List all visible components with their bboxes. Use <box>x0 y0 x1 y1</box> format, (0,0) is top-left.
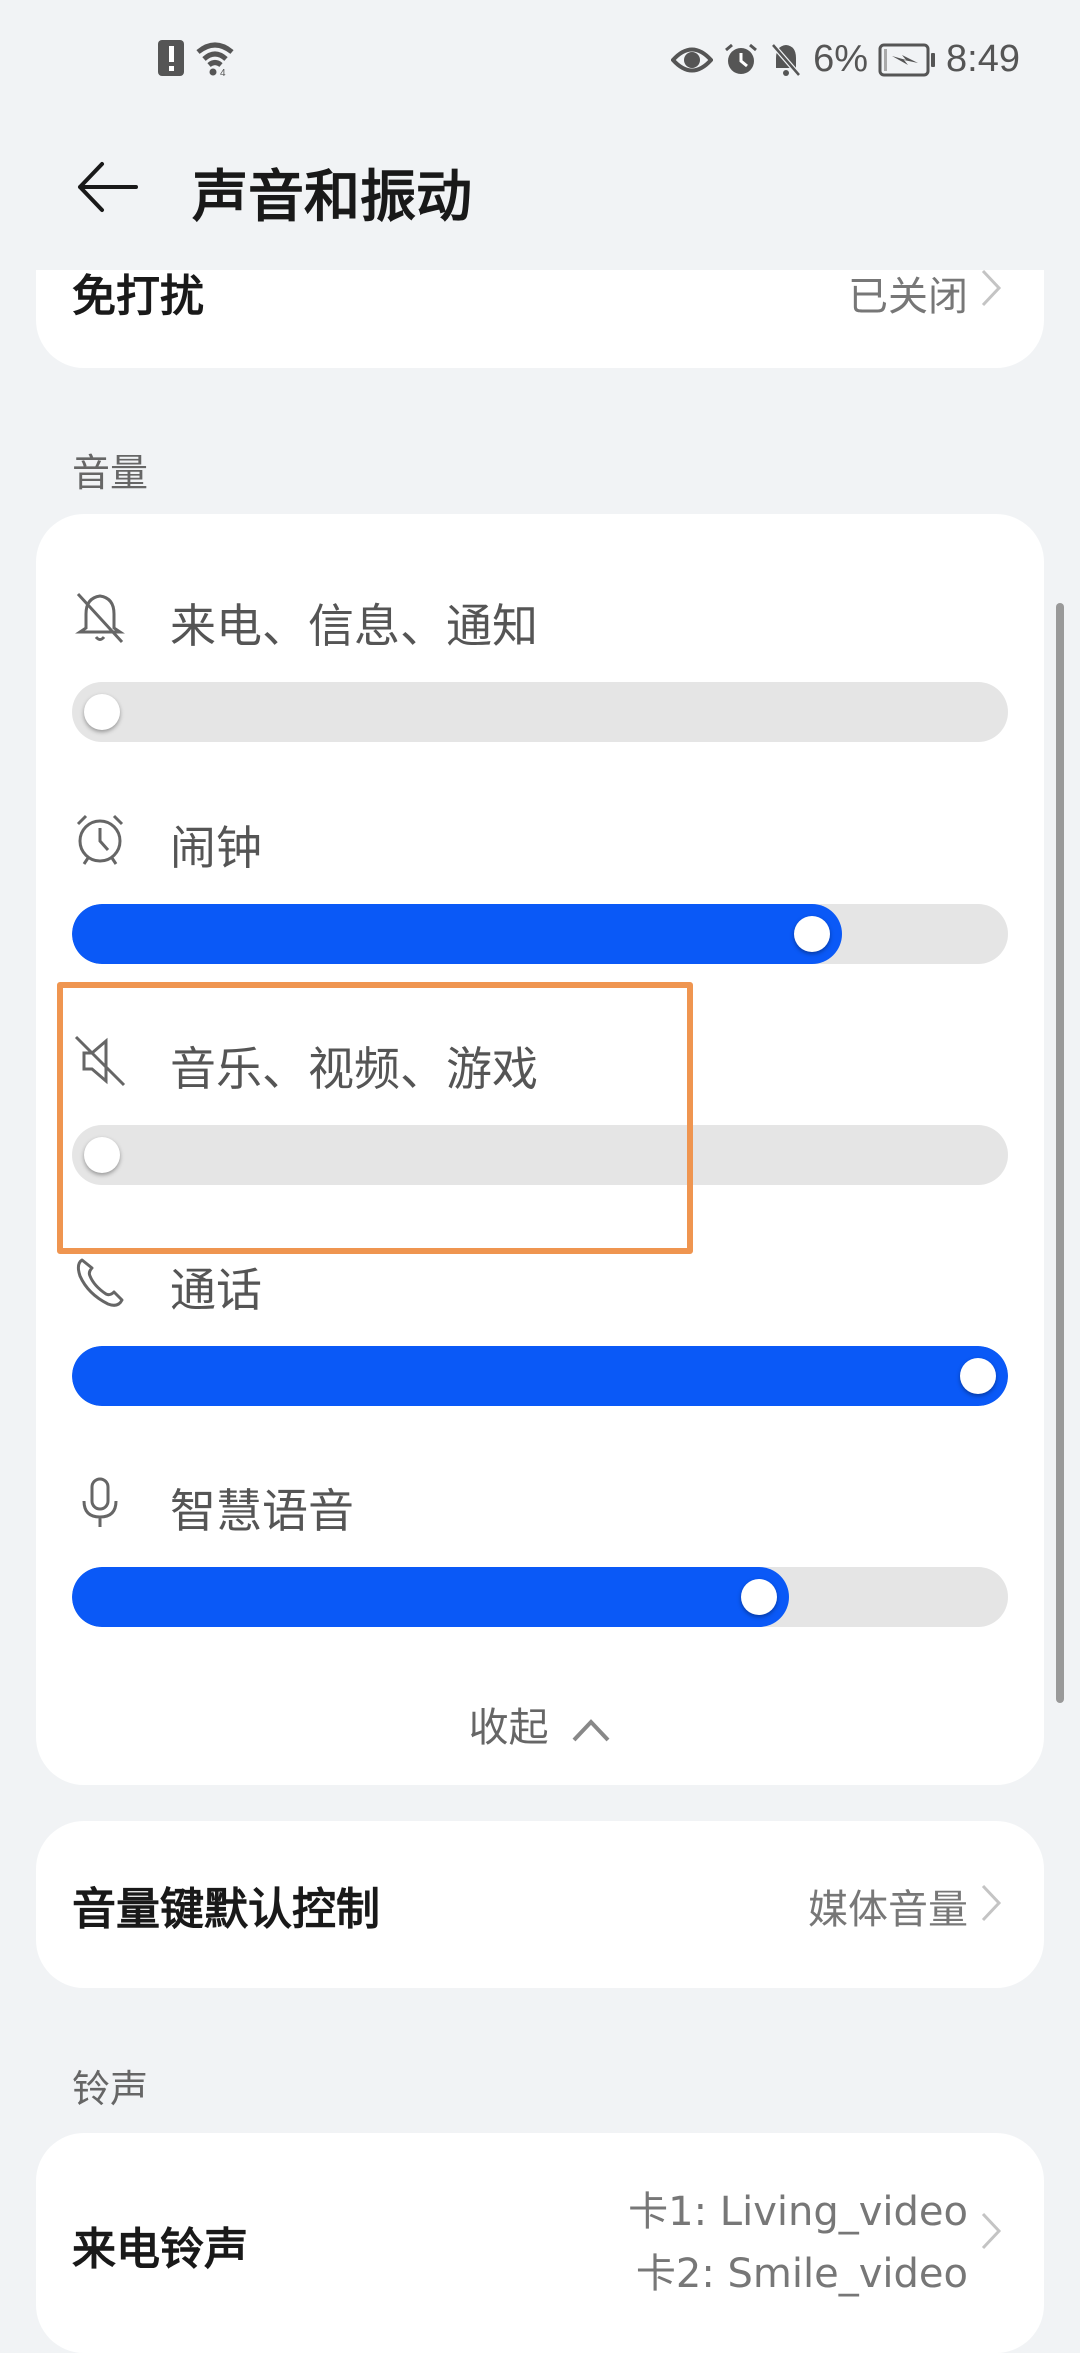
volume-key-label: 音量键默认控制 <box>72 1884 380 1935</box>
volume-label: 智慧语音 <box>170 1484 354 1538</box>
chevron-up-icon <box>572 1719 610 1742</box>
volume-key-value: 媒体音量 <box>808 1887 968 1933</box>
incoming-ringtone-row[interactable]: 来电铃声 卡1: Living_video 卡2: Smile_video <box>36 2133 1044 2353</box>
phone-icon <box>76 1258 124 1307</box>
status-left: 4 <box>158 40 236 76</box>
volume-slider[interactable] <box>72 682 1008 742</box>
ringtone-card1: 卡1: Living_video <box>628 2189 968 2235</box>
page-title: 声音和振动 <box>192 165 472 230</box>
dnd-label: 免打扰 <box>72 271 204 322</box>
chevron-right-icon <box>981 1884 1002 1922</box>
ringtone-section-label: 铃声 <box>72 2067 149 2111</box>
ringtone-values: 卡1: Living_video 卡2: Smile_video <box>628 2181 968 2305</box>
bell-muted-icon <box>771 42 801 77</box>
wifi-icon: 4 <box>196 42 234 76</box>
ringtone-card2: 卡2: Smile_video <box>635 2251 968 2297</box>
incoming-ringtone-label: 来电铃声 <box>72 2224 248 2275</box>
volume-label: 闹钟 <box>170 821 262 875</box>
eye-comfort-icon <box>671 47 714 72</box>
volume-label: 来电、信息、通知 <box>170 599 538 653</box>
dnd-value: 已关闭 <box>848 274 968 320</box>
bell-muted-icon <box>75 592 125 644</box>
arrow-left-icon <box>78 162 138 212</box>
status-right: 6% 8:49 <box>671 38 1020 81</box>
scrollbar[interactable] <box>1056 603 1064 1703</box>
sim-alert-icon <box>158 40 184 76</box>
slider-thumb[interactable] <box>741 1579 777 1615</box>
slider-fill <box>72 904 842 964</box>
alarm-icon <box>725 43 758 74</box>
chevron-right-icon <box>981 269 1002 307</box>
volume-label: 通话 <box>170 1263 262 1317</box>
dnd-row[interactable]: 免打扰 已关闭 <box>36 269 1044 368</box>
back-button[interactable] <box>72 152 142 222</box>
slider-fill <box>72 1567 789 1627</box>
chevron-right-icon <box>981 2212 1002 2250</box>
slider-thumb[interactable] <box>84 694 120 730</box>
slider-fill <box>72 1346 1008 1406</box>
alarm-clock-icon <box>76 814 124 865</box>
volume-section-label: 音量 <box>72 451 149 495</box>
microphone-icon <box>82 1477 118 1527</box>
slider-thumb[interactable] <box>960 1358 996 1394</box>
clock: 8:49 <box>946 38 1020 80</box>
collapse-button[interactable]: 收起 <box>0 1695 1080 1753</box>
slider-thumb[interactable] <box>793 916 830 952</box>
volume-slider[interactable] <box>72 904 1008 964</box>
volume-slider[interactable] <box>72 1346 1008 1406</box>
svg-text:4: 4 <box>220 68 226 76</box>
volume-key-row[interactable]: 音量键默认控制 媒体音量 <box>36 1821 1044 1988</box>
volume-slider[interactable] <box>72 1567 1008 1627</box>
highlight-box <box>57 982 693 1254</box>
collapse-label: 收起 <box>468 1705 549 1751</box>
battery-percent: 6% <box>813 38 869 80</box>
status-bar: 4 6% 8:49 <box>0 0 1080 120</box>
battery-charging-icon <box>878 43 936 76</box>
